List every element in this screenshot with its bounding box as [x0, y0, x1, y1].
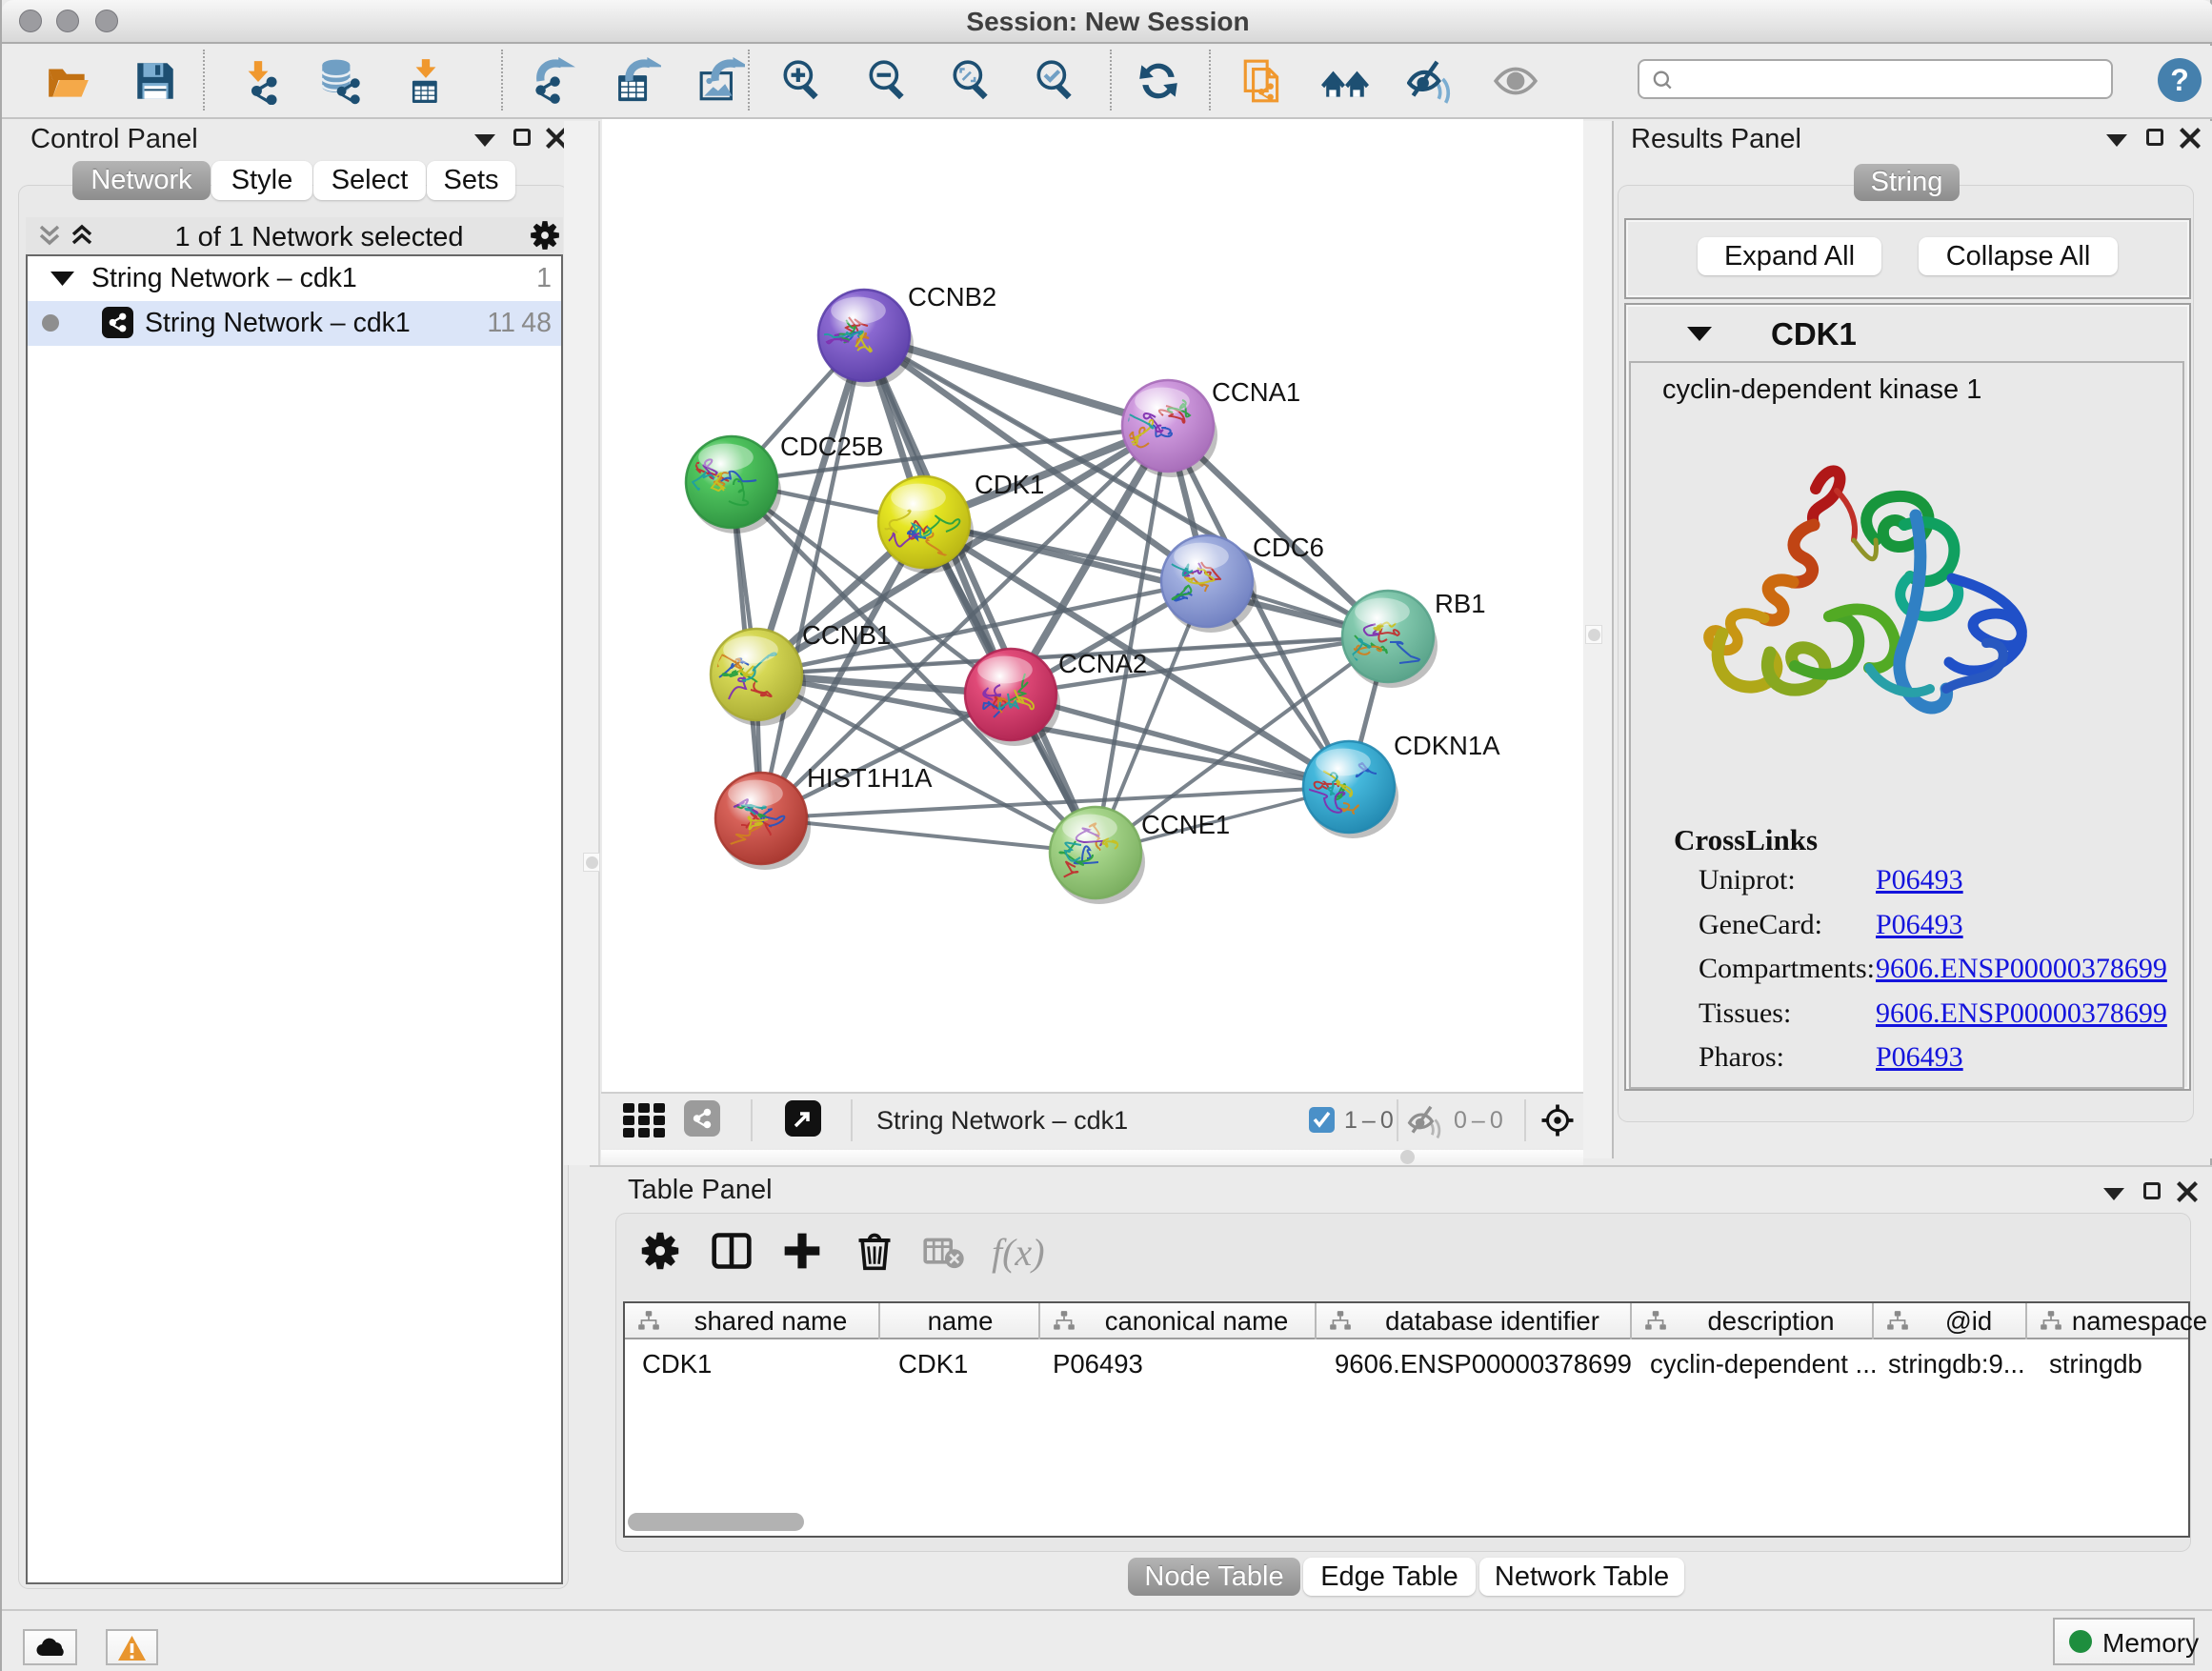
svg-text:CCNA1: CCNA1 [1212, 377, 1300, 407]
svg-text:RB1: RB1 [1435, 589, 1486, 618]
svg-text:CCNB1: CCNB1 [802, 620, 891, 650]
svg-text:CCNE1: CCNE1 [1141, 810, 1230, 839]
svg-text:CDC25B: CDC25B [780, 432, 884, 461]
svg-text:CDKN1A: CDKN1A [1394, 731, 1500, 760]
svg-text:HIST1H1A: HIST1H1A [807, 763, 933, 793]
svg-text:CCNB2: CCNB2 [908, 282, 996, 312]
svg-text:CDK1: CDK1 [975, 470, 1044, 499]
svg-text:CDC6: CDC6 [1253, 533, 1324, 562]
svg-text:CCNA2: CCNA2 [1058, 649, 1147, 678]
